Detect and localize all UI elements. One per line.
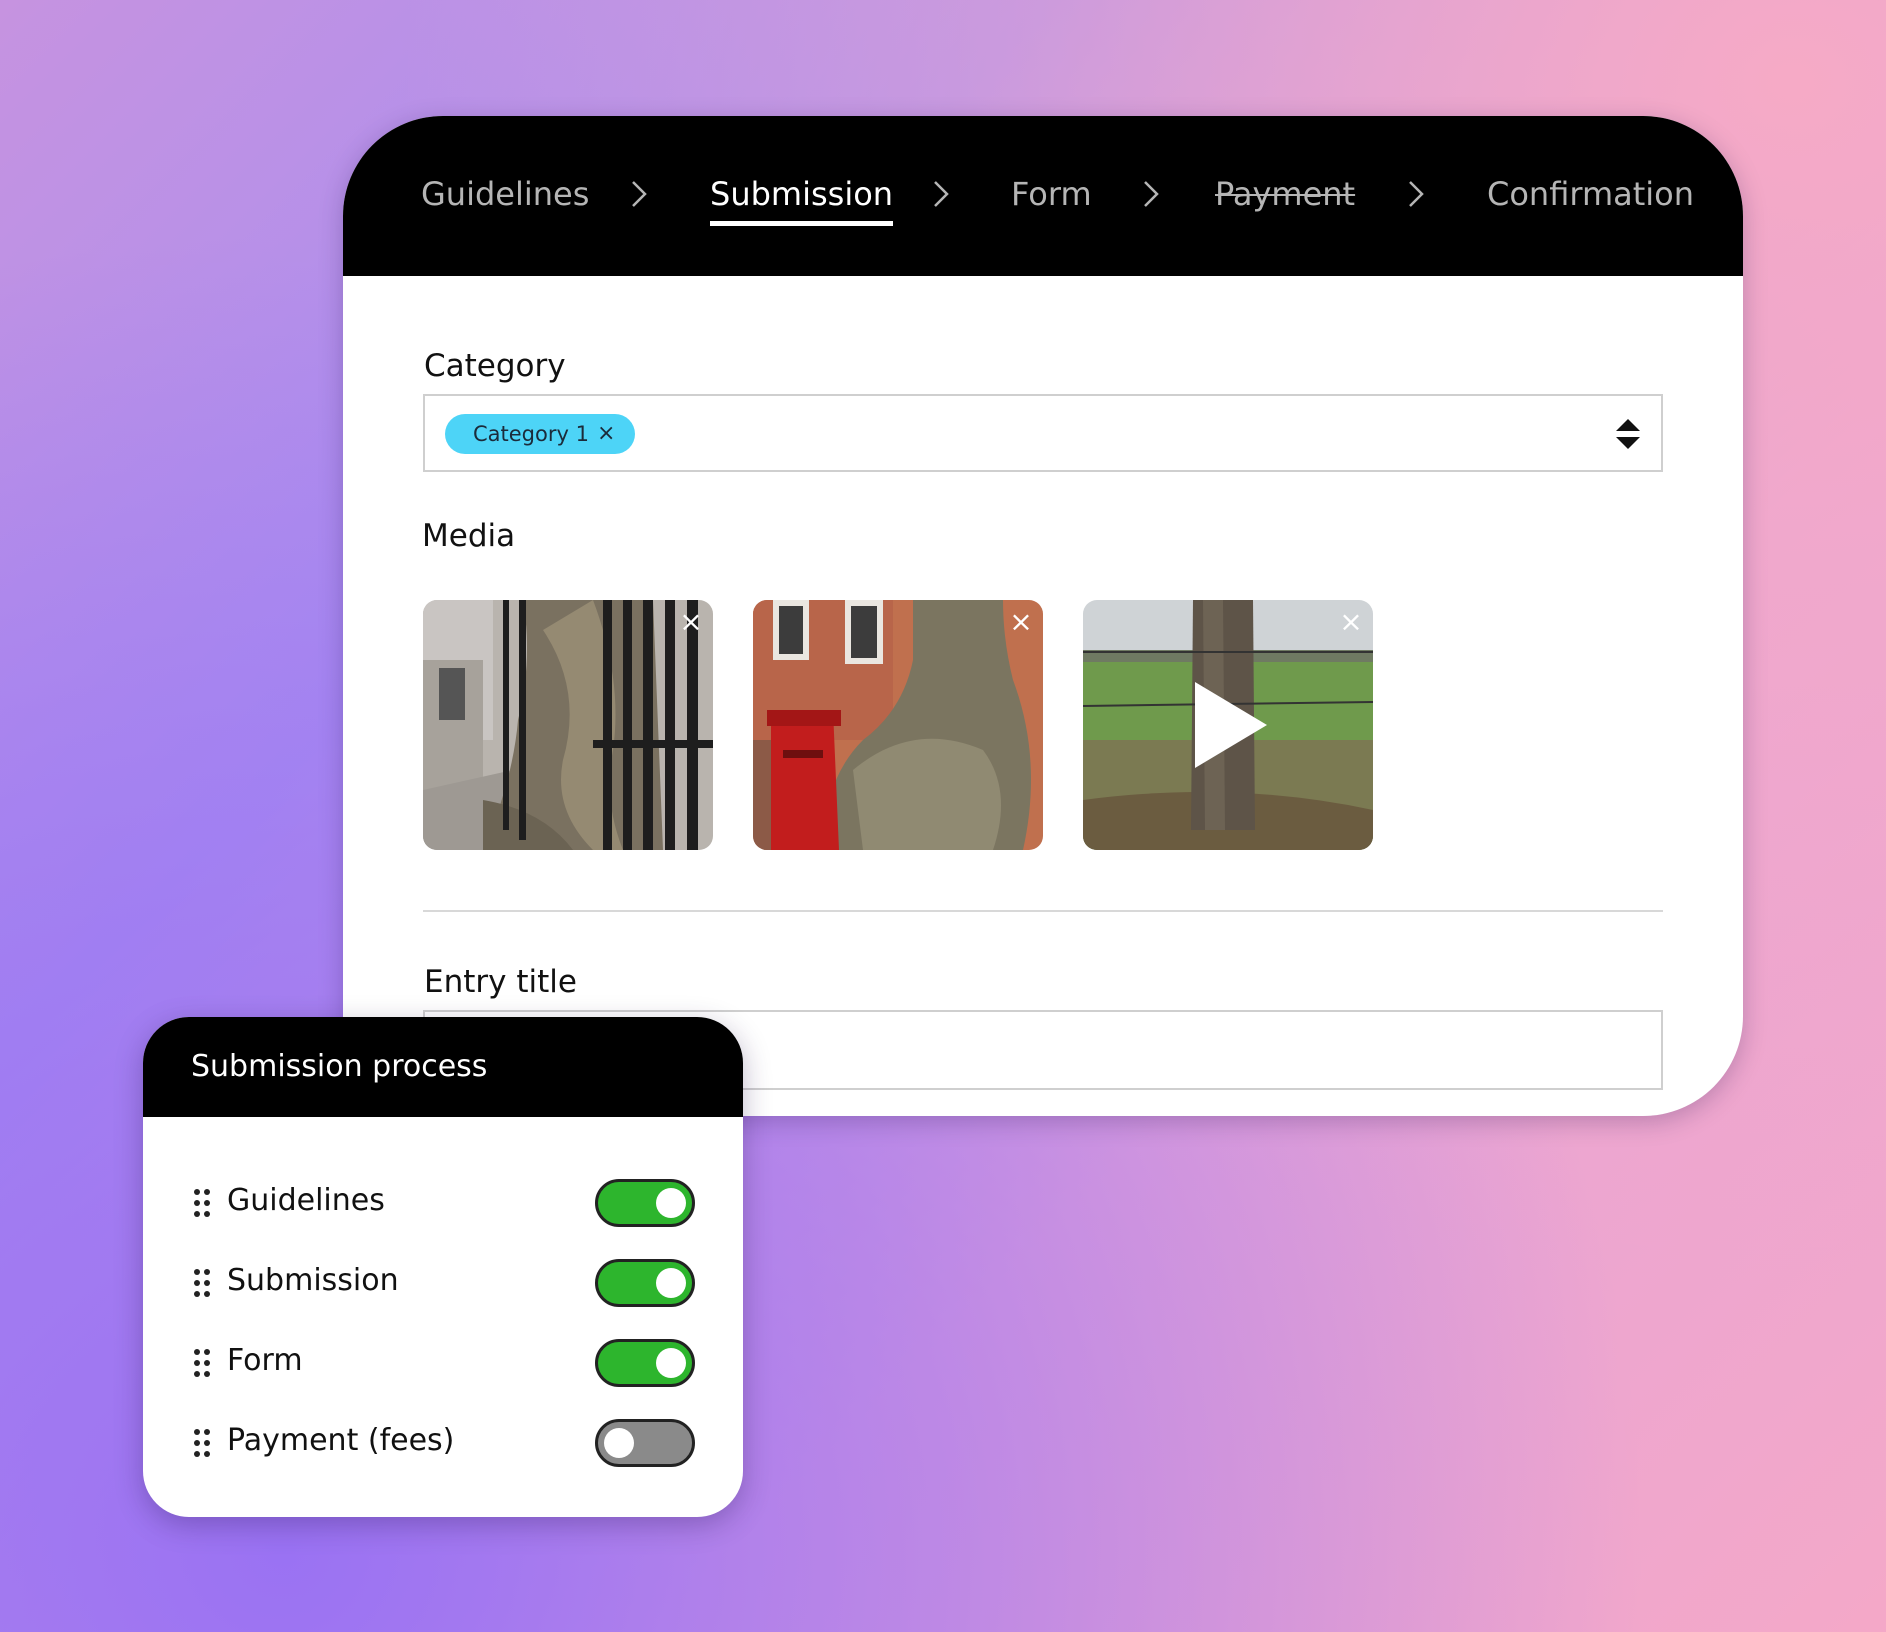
sort-updown-icon[interactable] — [1615, 418, 1641, 450]
toggle-knob — [656, 1348, 686, 1378]
step-submission[interactable]: Submission — [710, 174, 894, 226]
close-icon[interactable]: × — [597, 423, 615, 445]
process-item-submission: Submission — [143, 1253, 743, 1313]
toggle-form[interactable] — [595, 1339, 695, 1387]
close-icon[interactable]: × — [677, 608, 705, 636]
chevron-right-icon — [1409, 181, 1424, 207]
media-label: Media — [422, 518, 516, 554]
toggle-submission[interactable] — [595, 1259, 695, 1307]
play-icon[interactable] — [1193, 680, 1269, 770]
toggle-knob — [604, 1428, 634, 1458]
close-icon[interactable]: × — [1007, 608, 1035, 636]
submission-card: Guidelines Submission Form Payment Confi… — [343, 116, 1743, 1116]
step-guidelines[interactable]: Guidelines — [421, 174, 589, 214]
process-item-label: Form — [227, 1343, 303, 1378]
process-item-form: Form — [143, 1333, 743, 1393]
process-item-label: Guidelines — [227, 1183, 385, 1218]
submission-process-panel: Submission process Guidelines Submission… — [143, 1017, 743, 1517]
drag-handle-icon[interactable] — [193, 1428, 211, 1458]
toggle-knob — [656, 1268, 686, 1298]
media-video-thumbnail[interactable]: × — [1083, 600, 1373, 850]
category-label: Category — [424, 348, 566, 384]
close-icon[interactable]: × — [1337, 608, 1365, 636]
chevron-right-icon — [1144, 181, 1159, 207]
category-select[interactable]: Category 1 × — [423, 394, 1663, 472]
media-thumbnail[interactable]: × — [753, 600, 1043, 850]
entry-title-label: Entry title — [424, 964, 577, 1000]
panel-title: Submission process — [191, 1049, 488, 1084]
drag-handle-icon[interactable] — [193, 1268, 211, 1298]
process-item-label: Payment (fees) — [227, 1423, 455, 1458]
step-confirmation[interactable]: Confirmation — [1487, 174, 1694, 214]
panel-header: Submission process — [143, 1017, 743, 1117]
toggle-guidelines[interactable] — [595, 1179, 695, 1227]
step-form[interactable]: Form — [1011, 174, 1092, 214]
step-payment: Payment — [1215, 175, 1356, 213]
process-item-label: Submission — [227, 1263, 399, 1298]
category-chip-label: Category 1 — [473, 422, 589, 446]
media-thumbnail[interactable]: × — [423, 600, 713, 850]
stepper-nav: Guidelines Submission Form Payment Confi… — [343, 116, 1743, 276]
chevron-right-icon — [632, 181, 647, 207]
chevron-right-icon — [934, 181, 949, 207]
toggle-knob — [656, 1188, 686, 1218]
photo-postbox-tree — [753, 600, 1043, 850]
process-item-payment: Payment (fees) — [143, 1413, 743, 1473]
drag-handle-icon[interactable] — [193, 1188, 211, 1218]
process-item-guidelines: Guidelines — [143, 1173, 743, 1233]
photo-fence-tree — [423, 600, 713, 850]
toggle-payment[interactable] — [595, 1419, 695, 1467]
drag-handle-icon[interactable] — [193, 1348, 211, 1378]
section-divider — [423, 910, 1663, 912]
category-chip: Category 1 × — [445, 414, 636, 454]
